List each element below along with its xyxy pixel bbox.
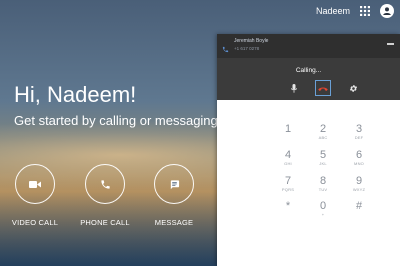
hang-up-button[interactable] [315,80,331,96]
dialpad-letters: WXYZ [352,187,366,192]
dialpad-digit: 3 [355,123,363,135]
dialpad-digit: 9 [355,175,363,187]
message-label: MESSAGE [154,218,194,227]
dialpad-letters: TUV [318,187,328,192]
dialpad-digit: 5 [319,149,327,161]
apps-grid-icon[interactable] [360,6,370,16]
dialpad-key-star[interactable]: * [270,200,306,212]
message-icon[interactable] [154,164,194,204]
dialpad-letters: JKL [319,161,327,166]
call-header: Jeremiah Boyle +1 617 0278 Calling... [217,34,400,100]
dialpad-key-hash[interactable]: # [341,200,377,212]
dialpad-digit: 2 [319,123,327,135]
account-avatar-icon[interactable] [380,4,394,18]
top-bar: Nadeem [316,0,400,22]
microphone-icon[interactable] [286,80,302,96]
call-controls [217,80,400,96]
gear-icon[interactable] [345,80,361,96]
dialpad-key-6[interactable]: 6 MNO [341,149,377,166]
video-call-label: VIDEO CALL [11,218,59,227]
dialpad-key-3[interactable]: 3 DEF [341,123,377,140]
contact-number: +1 617 0278 [234,46,260,51]
dialpad-letters: DEF [354,135,364,140]
dialpad-key-5[interactable]: 5 JKL [305,149,341,166]
phone-icon[interactable] [85,164,125,204]
user-name: Nadeem [315,6,350,16]
phone-call-button[interactable]: PHONE CALL [65,164,145,227]
call-header-bar: Jeremiah Boyle +1 617 0278 [217,34,400,58]
dialpad-key-8[interactable]: 8 TUV [305,175,341,192]
phone-call-label: PHONE CALL [80,218,130,227]
dialpad-key-1[interactable]: 1 [270,123,306,135]
dialpad-digit: 8 [319,175,327,187]
dialpad-letters: GHI [284,161,292,166]
dialpad-key-9[interactable]: 9 WXYZ [341,175,377,192]
dialpad-digit: * [285,200,291,212]
dialpad-digit: 0 [319,200,327,212]
dialpad-digit: # [355,200,363,212]
hang-up-icon [318,79,328,97]
phone-small-icon [222,40,229,58]
dialpad-key-0[interactable]: 0 + [305,200,341,217]
app-window: Nadeem Hi, Nadeem! Get started by callin… [0,0,400,266]
greeting-title: Hi, Nadeem! [14,82,137,107]
dialpad-letters: MNO [354,161,364,166]
contact-name: Jeremiah Boyle [234,38,269,44]
dialpad-letters: PQRS [281,187,295,192]
call-panel: Jeremiah Boyle +1 617 0278 Calling... 1 … [217,34,400,266]
call-status: Calling... [295,67,322,74]
video-call-button[interactable]: VIDEO CALL [0,164,75,227]
dialpad-letters: ABC [318,135,328,140]
dialpad-key-2[interactable]: 2 ABC [305,123,341,140]
dialpad-key-4[interactable]: 4 GHI [270,149,306,166]
dialpad-digit: 7 [284,175,292,187]
video-camera-icon[interactable] [15,164,55,204]
dialpad-letters: + [321,212,325,217]
minimize-icon[interactable] [387,43,394,45]
dialpad-digit: 1 [284,123,292,135]
dialpad-key-7[interactable]: 7 PQRS [270,175,306,192]
dialpad-digit: 4 [284,149,292,161]
dialpad-digit: 6 [355,149,363,161]
greeting-subtitle: Get started by calling or messaging a [14,113,224,128]
message-button[interactable]: MESSAGE [134,164,214,227]
